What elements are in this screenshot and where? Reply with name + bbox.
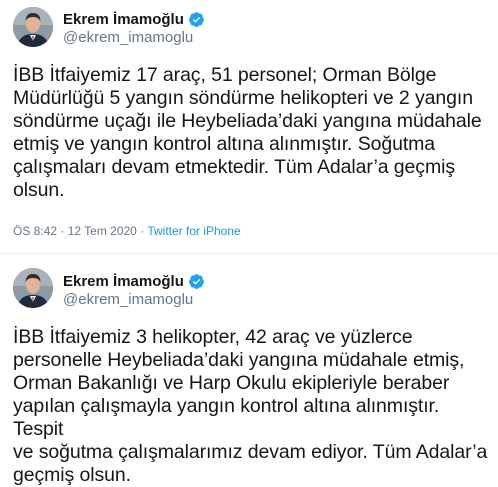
source-label: Twitter for iPhone (147, 224, 241, 238)
display-name[interactable]: Ekrem İmamoğlu (63, 11, 184, 28)
verified-badge-icon (188, 11, 205, 28)
author-name-row[interactable]: Ekrem İmamoğlu (63, 9, 205, 29)
profile-photo-icon (13, 7, 53, 47)
tweet-meta: ÖS 8:42 · 12 Tem 2020 · Twitter for iPho… (13, 224, 241, 238)
author-handle[interactable]: @ekrem_imamoglu (63, 29, 193, 46)
avatar[interactable] (13, 268, 53, 308)
tweet-card[interactable]: Ekrem İmamoğlu @ekrem_imamoglu İBB İtfai… (0, 254, 498, 486)
display-name[interactable]: Ekrem İmamoğlu (63, 273, 184, 290)
tweet-text: İBB İtfaiyemiz 17 araç, 51 personel; Orm… (13, 64, 482, 201)
verified-badge-icon (188, 273, 205, 290)
profile-photo-icon (13, 268, 53, 308)
tweet-text: İBB İtfaiyemiz 3 helikopter, 42 araç ve … (13, 326, 488, 486)
tweet-card[interactable]: Ekrem İmamoğlu @ekrem_imamoglu İBB İtfai… (0, 0, 498, 253)
avatar[interactable] (13, 7, 53, 47)
author-handle[interactable]: @ekrem_imamoglu (63, 291, 193, 308)
author-name-row[interactable]: Ekrem İmamoğlu (63, 271, 205, 291)
timestamp-link[interactable]: ÖS 8:42 · 12 Tem 2020 · (13, 224, 147, 238)
